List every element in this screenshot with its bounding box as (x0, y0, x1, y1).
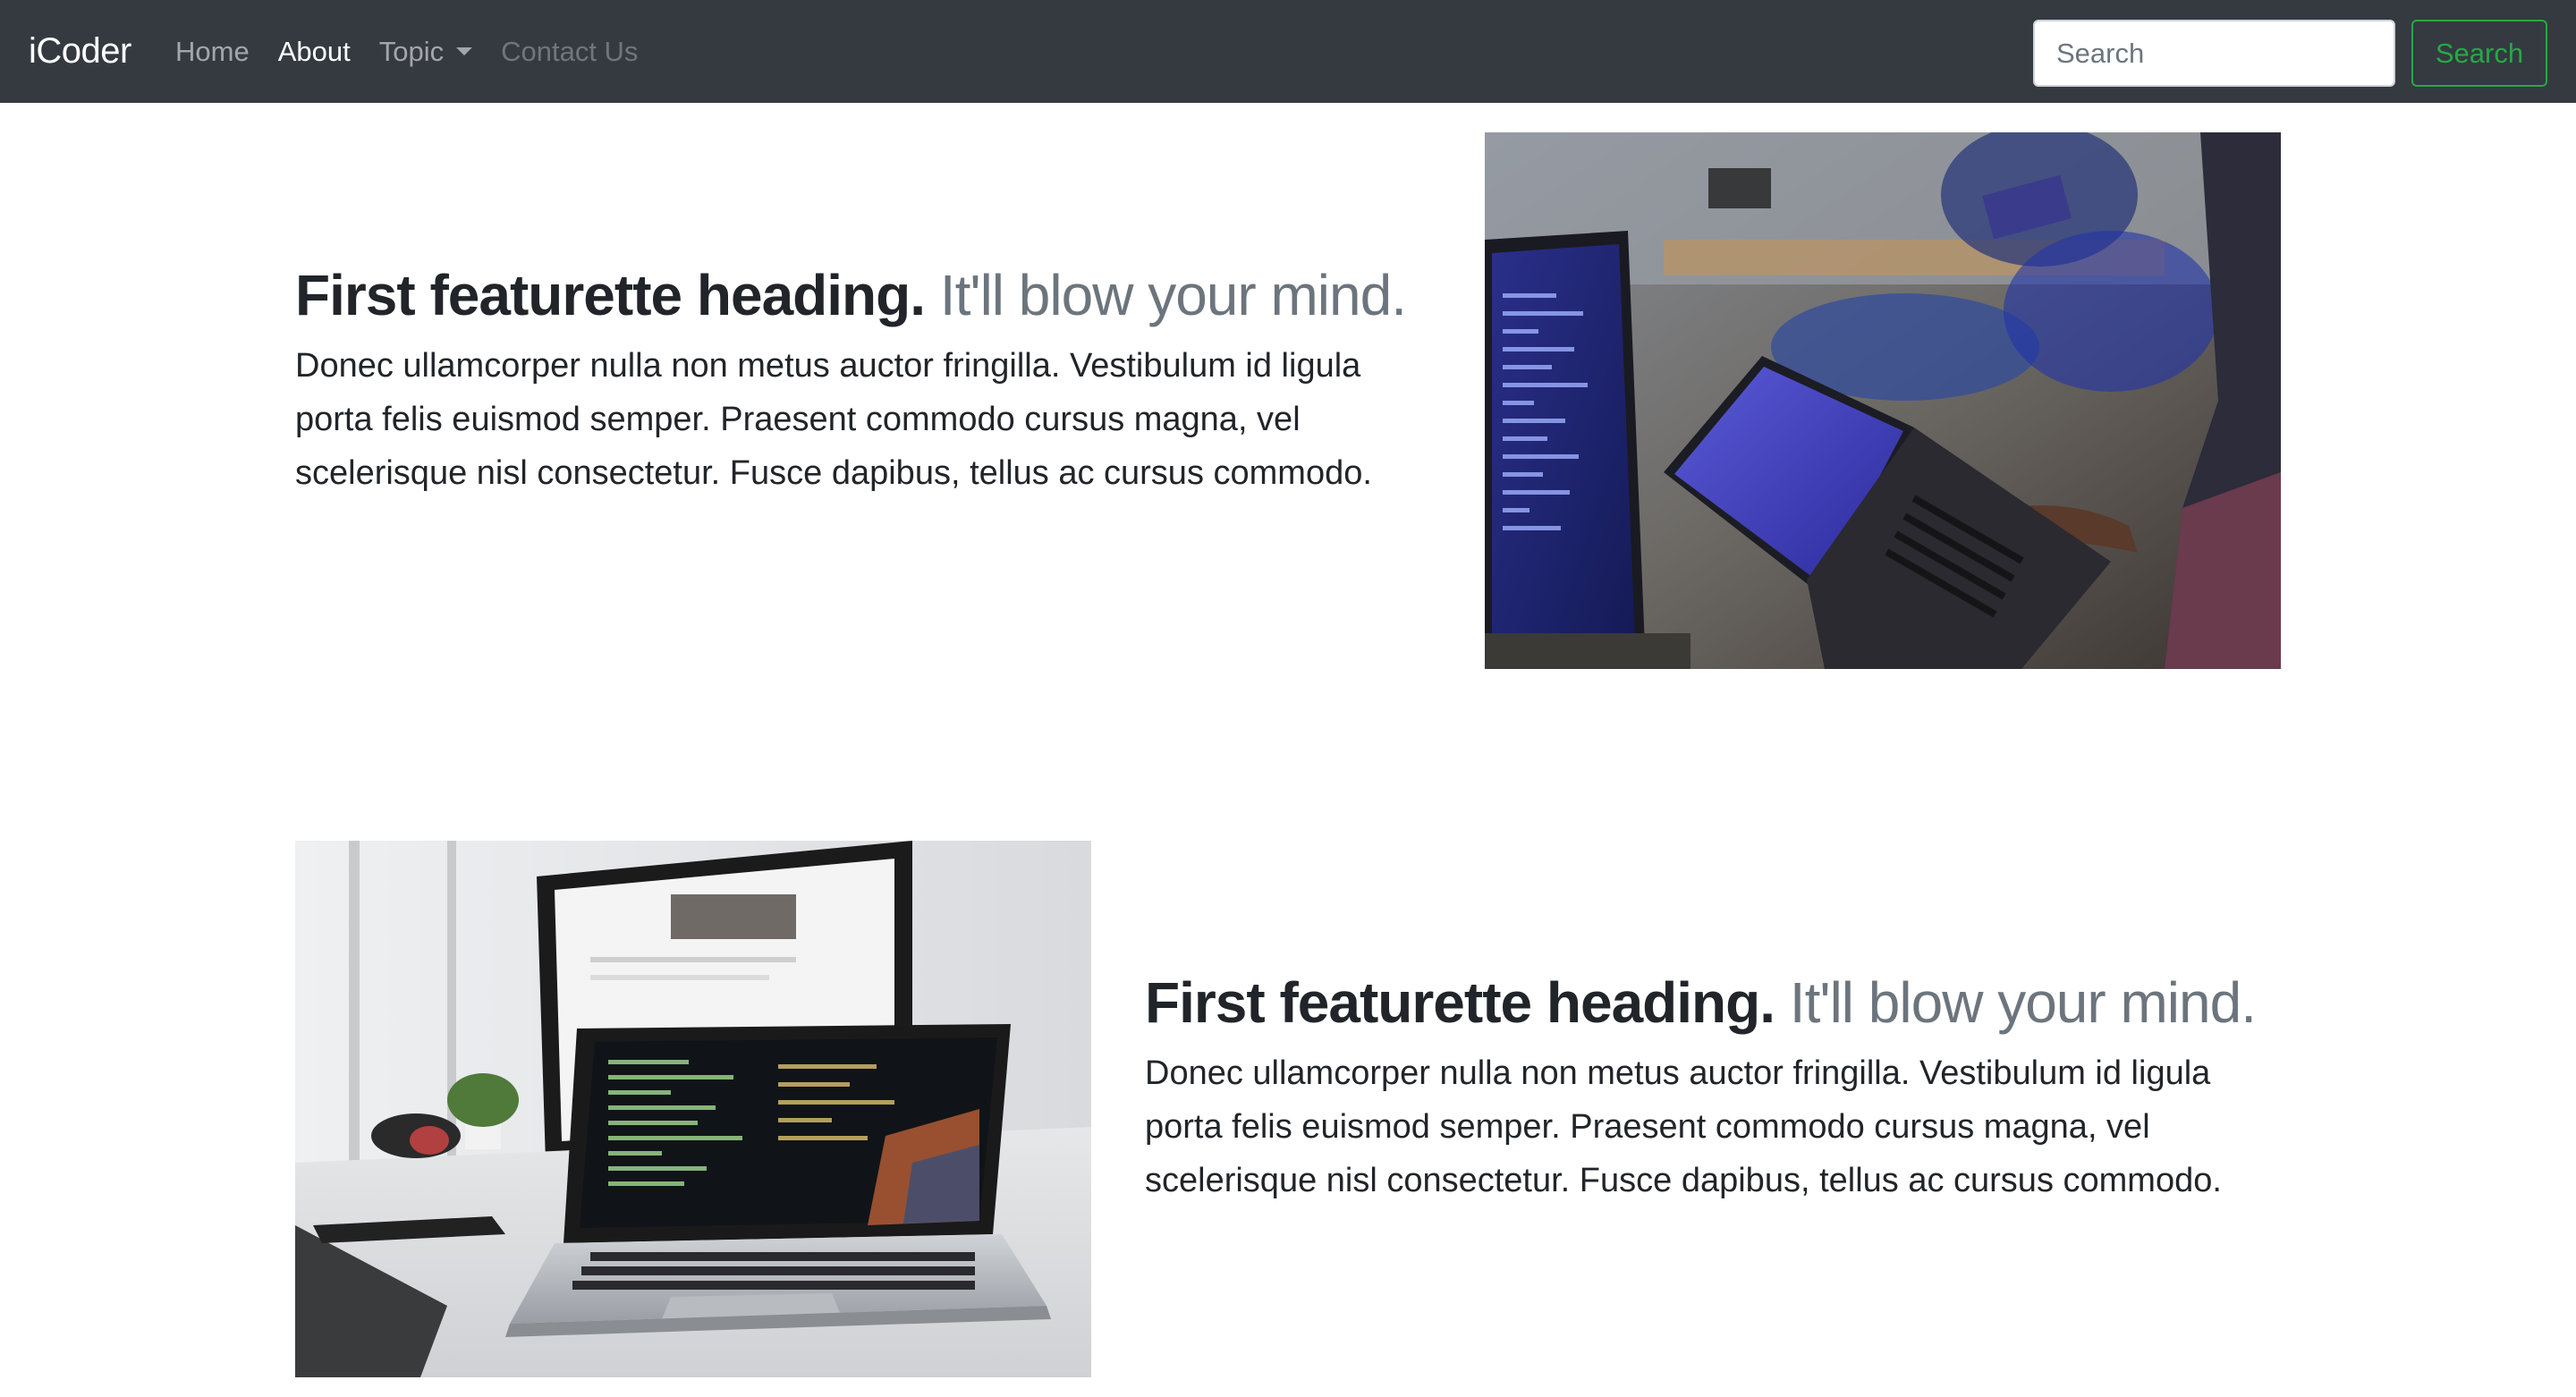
featurette-heading-main: First featurette heading. (1145, 970, 1775, 1035)
office-laptops-photo (1485, 132, 2281, 669)
brand-logo[interactable]: iCoder (29, 0, 131, 103)
featurette-heading: First featurette heading. It'll blow you… (1145, 969, 2257, 1037)
search-input[interactable] (2033, 20, 2395, 87)
featurette-heading: First featurette heading. It'll blow you… (295, 261, 1407, 330)
search-button[interactable]: Search (2411, 20, 2547, 87)
nav-dropdown-topic-label: Topic (378, 35, 445, 67)
featurette-lead: Donec ullamcorper nulla non metus auctor… (1145, 1054, 2222, 1199)
featurette-image-macbook (295, 841, 1091, 1377)
nav-dropdown-topic[interactable]: Topic (378, 35, 473, 68)
top-navbar: iCoder Home About Topic Contact Us Searc… (0, 0, 2576, 103)
nav-link-about[interactable]: About (278, 36, 351, 68)
chevron-down-icon (456, 47, 473, 55)
featurette-image-office (1485, 132, 2281, 669)
featurette-heading-main: First featurette heading. (295, 263, 926, 327)
nav-link-contact: Contact Us (501, 35, 639, 67)
macbook-desk-photo (295, 841, 1091, 1377)
nav-link-home[interactable]: Home (175, 36, 250, 68)
nav-links: Home About Topic Contact Us (175, 0, 666, 103)
featurette-heading-muted: It'll blow your mind. (1789, 970, 2257, 1035)
featurette-1-text: First featurette heading. It'll blow you… (295, 261, 1407, 500)
featurette-2-text: First featurette heading. It'll blow you… (1145, 969, 2257, 1207)
featurette-lead: Donec ullamcorper nulla non metus auctor… (295, 346, 1372, 492)
featurette-heading-muted: It'll blow your mind. (939, 263, 1407, 327)
